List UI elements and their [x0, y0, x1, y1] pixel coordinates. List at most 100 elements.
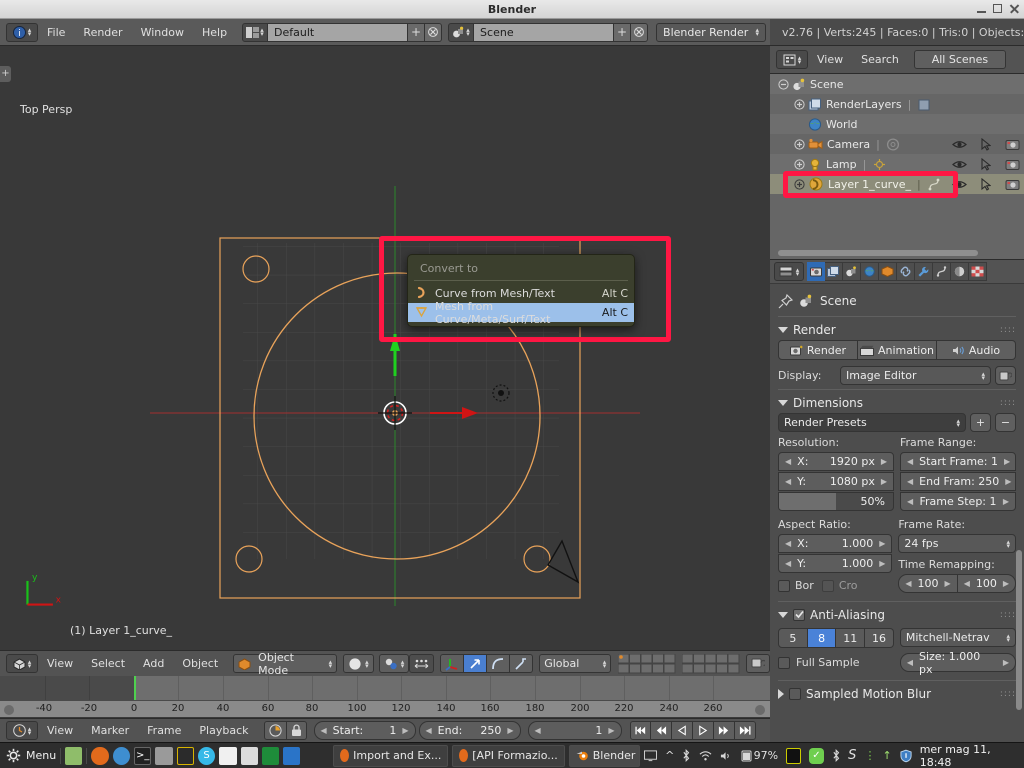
panel-header-motion-blur[interactable]: Sampled Motion Blur :::: — [778, 683, 1016, 704]
add-preset-button[interactable]: + — [970, 413, 991, 432]
antialiasing-checkbox[interactable] — [793, 608, 805, 621]
lock-to-scene-button[interactable] — [746, 654, 770, 673]
increment-arrow-icon[interactable]: ▶ — [881, 477, 887, 486]
aspect-y-field[interactable]: ◀ Y: 1.000 ▶ — [778, 554, 893, 573]
s-icon[interactable]: S — [848, 748, 856, 763]
manipulator-toggle[interactable] — [440, 654, 465, 673]
increment-arrow-icon[interactable]: ▶ — [945, 579, 951, 588]
tab-render[interactable] — [807, 262, 825, 281]
expand-toggle-icon[interactable] — [794, 138, 805, 150]
update-arrow-icon[interactable]: ↑ — [882, 749, 891, 762]
calculator-icon[interactable] — [240, 746, 258, 765]
collapse-toggle-icon[interactable] — [778, 78, 789, 90]
terminal-icon[interactable]: >_ — [133, 746, 152, 765]
camera-render-icon[interactable] — [1005, 158, 1020, 171]
delete-screen-layout-button[interactable] — [425, 22, 443, 42]
end-frame-field[interactable]: ◀ End: 250 ▶ — [418, 721, 521, 740]
expand-toggle-icon[interactable] — [794, 178, 805, 190]
decrement-arrow-icon[interactable]: ◀ — [535, 726, 541, 735]
jump-to-end-button[interactable] — [734, 721, 756, 740]
archive-icon[interactable] — [155, 746, 173, 765]
outliner-display-mode-selector[interactable]: All Scenes — [913, 50, 1006, 69]
outliner-row-renderlayers[interactable]: RenderLayers | — [770, 94, 1024, 114]
decrement-arrow-icon[interactable]: ◀ — [905, 579, 911, 588]
frame-rate-dropdown[interactable]: 24 fps ▴ ▾ — [898, 534, 1016, 553]
menu-search[interactable]: Search — [852, 51, 908, 68]
properties-editor[interactable]: ▴ ▾ Scene Render:::: Render Animation A… — [770, 259, 1024, 742]
delete-scene-button[interactable] — [631, 22, 649, 42]
dots-icon[interactable]: ⋮ — [864, 749, 875, 762]
pin-icon[interactable] — [778, 293, 793, 309]
tab-world[interactable] — [861, 262, 879, 281]
next-keyframe-button[interactable] — [713, 721, 735, 740]
firefox-icon[interactable] — [91, 746, 109, 765]
render-presets-dropdown[interactable]: Render Presets ▴ ▾ — [778, 413, 966, 432]
decrement-arrow-icon[interactable]: ◀ — [785, 559, 791, 568]
scale-manipulator-button[interactable] — [510, 654, 534, 673]
crop-checkbox[interactable] — [821, 579, 834, 592]
decrement-arrow-icon[interactable]: ◀ — [321, 726, 327, 735]
panel-header-render[interactable]: Render :::: — [778, 319, 1016, 340]
resolution-percentage-slider[interactable]: 50% — [778, 492, 894, 511]
menu-select[interactable]: Select — [82, 655, 134, 672]
bluetooth2-icon[interactable] — [832, 749, 840, 762]
aa-size-field[interactable]: ◀ Size: 1.000 px ▶ — [899, 650, 1016, 676]
remove-preset-button[interactable]: − — [995, 413, 1016, 432]
word-icon[interactable] — [283, 746, 301, 765]
resolution-y-field[interactable]: ◀ Y: 1080 px ▶ — [778, 472, 894, 491]
previous-keyframe-button[interactable] — [650, 721, 672, 740]
auto-keyframe-button[interactable] — [263, 721, 287, 740]
aa-samples-16[interactable]: 16 — [865, 628, 894, 648]
increment-arrow-icon[interactable]: ▶ — [1004, 457, 1010, 466]
display-icon[interactable] — [644, 749, 658, 762]
lock-timeline-button[interactable] — [286, 721, 307, 740]
maximize-button[interactable] — [993, 4, 1002, 13]
start-frame-field[interactable]: ◀ Start Frame: 1 ▶ — [900, 452, 1016, 471]
pivot-point-selector[interactable]: ▴ ▾ — [378, 654, 410, 673]
add-scene-button[interactable]: + — [614, 22, 632, 42]
wifi-icon[interactable] — [699, 750, 712, 762]
files-icon[interactable] — [65, 746, 83, 765]
resolution-x-field[interactable]: ◀ X: 1920 px ▶ — [778, 452, 894, 471]
timeline-scroll-handle-right[interactable] — [755, 705, 765, 715]
increment-arrow-icon[interactable]: ▶ — [1003, 658, 1009, 667]
tab-data-curve[interactable] — [933, 262, 951, 281]
full-sample-checkbox[interactable] — [778, 656, 790, 669]
decrement-arrow-icon[interactable]: ◀ — [785, 477, 791, 486]
decrement-arrow-icon[interactable]: ◀ — [907, 457, 913, 466]
interaction-mode-selector[interactable]: Object Mode ▴ ▾ — [233, 651, 338, 676]
time-remap-new-field[interactable]: ◀ 100 ▶ — [957, 574, 1016, 593]
cursor-arrow-icon[interactable] — [981, 157, 991, 171]
chromium-icon[interactable] — [112, 746, 130, 765]
menu-render[interactable]: Render — [74, 24, 131, 41]
scene-icon[interactable]: ▴ ▾ — [448, 22, 475, 42]
panel-header-antialiasing[interactable]: Anti-Aliasing :::: — [778, 604, 1016, 625]
editor-type-selector-outliner[interactable]: ▴ ▾ — [776, 50, 808, 69]
play-reverse-button[interactable] — [671, 721, 693, 740]
outliner-row-layer-1-curve[interactable]: Layer 1_curve_ | — [770, 174, 1024, 194]
camera-render-icon[interactable] — [1005, 138, 1020, 151]
decrement-arrow-icon[interactable]: ◀ — [907, 658, 913, 667]
tab-render-layers[interactable] — [825, 262, 843, 281]
tab-scene[interactable] — [843, 262, 861, 281]
convert-to-popup-menu[interactable]: Convert to Curve from Mesh/Text Alt C Me… — [407, 254, 635, 327]
start-menu-button[interactable]: Menu — [6, 748, 56, 763]
render-image-button[interactable]: Render — [778, 340, 858, 360]
properties-scrollbar[interactable] — [1016, 550, 1022, 710]
screen-layout-selector[interactable]: ▴ ▾ Default + — [242, 22, 443, 42]
eye-icon[interactable] — [952, 179, 967, 190]
skype-icon[interactable]: S — [197, 746, 216, 765]
increment-arrow-icon[interactable]: ▶ — [1005, 477, 1011, 486]
layer-visibility-grid-bottom[interactable] — [682, 653, 740, 674]
timeline-track[interactable] — [0, 676, 770, 700]
menu-object[interactable]: Object — [173, 655, 227, 672]
start-frame-field[interactable]: ◀ Start: 1 ▶ — [313, 721, 416, 740]
editor-icon[interactable] — [219, 746, 237, 765]
menu-window[interactable]: Window — [132, 24, 193, 41]
timeline-scroll-handle-left[interactable] — [4, 705, 14, 715]
menu-file[interactable]: File — [38, 24, 74, 41]
bluetooth-icon[interactable] — [682, 749, 690, 762]
aa-samples-8[interactable]: 8 — [807, 628, 837, 648]
taskbar-task-api-formazione[interactable]: [API Formazio... — [452, 744, 565, 767]
tab-constraints[interactable] — [897, 262, 915, 281]
